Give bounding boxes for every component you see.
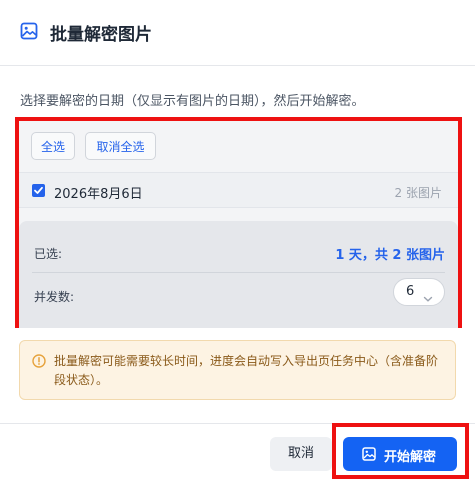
dialog-header: 批量解密图片 — [0, 0, 475, 66]
start-decrypt-button[interactable]: 开始解密 — [343, 437, 457, 471]
date-checkbox[interactable] — [32, 184, 45, 197]
concurrency-label: 并发数: — [34, 290, 75, 304]
date-image-count: 2 张图片 — [394, 186, 442, 200]
select-all-button[interactable]: 全选 — [31, 132, 75, 160]
warning-notice: 批量解密可能需要较长时间，进度会自动写入导出页任务中心（含准备阶段状态）。 — [19, 340, 456, 400]
warning-text: 批量解密可能需要较长时间，进度会自动写入导出页任务中心（含准备阶段状态）。 — [54, 354, 439, 387]
concurrency-value: 6 — [406, 284, 415, 299]
selected-value: 1 天，共 2 张图片 — [335, 248, 445, 263]
date-selection-panel: 全选 取消全选 2026年8月6日 2 张图片 已选: 1 天，共 2 张图片 … — [15, 117, 462, 328]
image-icon — [362, 447, 376, 465]
summary-divider — [32, 272, 445, 273]
instruction-text: 选择要解密的日期（仅显示有图片的日期），然后开始解密。 — [20, 94, 365, 109]
date-label: 2026年8月6日 — [54, 187, 143, 202]
alert-circle-icon — [32, 353, 46, 372]
start-decrypt-label: 开始解密 — [384, 450, 437, 465]
chevron-down-icon — [423, 288, 433, 307]
date-list-item[interactable]: 2026年8月6日 2 张图片 — [19, 172, 458, 208]
deselect-all-button[interactable]: 取消全选 — [85, 132, 156, 160]
image-icon — [20, 22, 38, 40]
dialog-title: 批量解密图片 — [50, 25, 152, 45]
selected-label: 已选: — [34, 247, 63, 261]
cancel-button[interactable]: 取消 — [270, 437, 332, 471]
concurrency-select[interactable]: 6 — [393, 278, 445, 306]
selection-summary: 已选: 1 天，共 2 张图片 并发数: 6 — [19, 221, 458, 328]
